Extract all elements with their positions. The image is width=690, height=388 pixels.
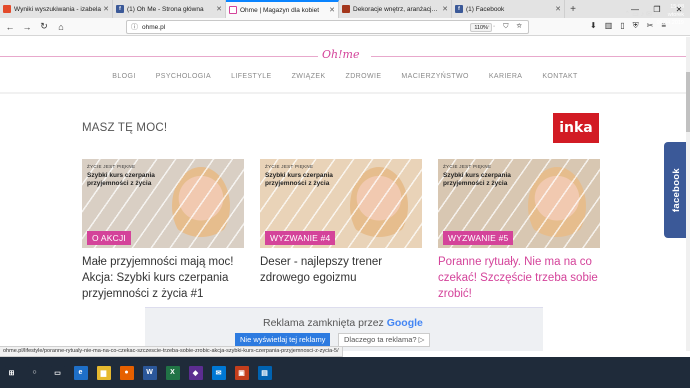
tab-title: Dekoracje wnętrz, aranżacje w (353, 5, 441, 13)
ad-closed-banner: Reklama zamknięta przez Google Nie wyświ… (145, 307, 543, 351)
tab-title: Wyniki wyszukiwania - izabela (14, 5, 101, 13)
browser-tab[interactable]: Ohme | Magazyn dla kobiet ✕ (226, 0, 339, 18)
google-logo: Google (386, 317, 423, 329)
article-card[interactable]: ŻYCIE JEST PIĘKNE Szybki kurs czerpania p… (82, 159, 244, 302)
shield-icon[interactable]: ⛨ (633, 21, 639, 31)
logo-divider (371, 56, 690, 57)
article-title[interactable]: Małe przyjemności mają moc! Akcja: Szybk… (82, 254, 244, 302)
taskbar: ⊞ ○ ▭ e ▆ ● W X ◆ ✉ ▣ ▤ (0, 357, 690, 388)
app3-icon[interactable]: ▤ (257, 365, 272, 380)
word-icon[interactable]: W (142, 365, 157, 380)
facebook-tab[interactable]: facebook (664, 142, 688, 238)
new-tab-button[interactable]: + (565, 0, 581, 18)
menu-item[interactable]: ZDROWIE (346, 73, 382, 80)
clock[interactable]: 15:08 wtorek 09.04.2019 (652, 3, 684, 27)
clock-time: 15:08 (670, 4, 684, 10)
menu-divider (0, 92, 690, 94)
tab-title: (1) Oh Me - Strona główna (127, 5, 204, 13)
section-title: MASZ TĘ MOC! (82, 122, 168, 134)
image-kicker: ŻYCIE JEST PIĘKNE (265, 164, 314, 169)
why-ad-button[interactable]: Dlaczego ta reklama? ▷ (338, 333, 431, 347)
ad-title: Reklama zamknięta przez Google (263, 317, 423, 329)
tab-bar: Wyniki wyszukiwania - izabela ✕ f (1) Oh Me… (0, 0, 690, 18)
image-kicker: ŻYCIE JEST PIĘKNE (87, 164, 136, 169)
facebook-icon: f (116, 5, 124, 13)
browser-tab[interactable]: f (1) Oh Me - Strona główna ✕ (113, 0, 226, 18)
edge-icon[interactable]: e (73, 365, 88, 380)
home-icon[interactable]: ⌂ (54, 20, 68, 34)
tab-close-icon[interactable]: ✕ (442, 5, 448, 13)
article-image[interactable]: ŻYCIE JEST PIĘKNE Szybki kurs czerpania p… (438, 159, 600, 248)
app2-icon[interactable]: ▣ (234, 365, 249, 380)
search-icon (3, 5, 11, 13)
download-icon[interactable]: ⬇ (590, 21, 597, 31)
article-image[interactable]: ŻYCIE JEST PIĘKNE Szybki kurs czerpania p… (82, 159, 244, 248)
page-actions-icon[interactable]: ··· ⛉ ☆ (482, 23, 525, 31)
tab-close-icon[interactable]: ✕ (555, 5, 561, 13)
page-icon (342, 5, 350, 13)
image-headline: Szybki kurs czerpania przyjemności z życ… (87, 172, 155, 187)
article-card[interactable]: ŻYCIE JEST PIĘKNE Szybki kurs czerpania p… (438, 159, 600, 302)
article-title[interactable]: Deser - najlepszy trener zdrowego egoizm… (260, 254, 422, 286)
mail-icon[interactable]: ✉ (211, 365, 226, 380)
info-icon[interactable]: ⓘ (131, 22, 138, 32)
category-badge[interactable]: O AKCJI (87, 231, 131, 245)
article-title[interactable]: Poranne rytuały. Nie ma na co czekać! Sz… (438, 254, 600, 302)
screen: Wyniki wyszukiwania - izabela ✕ f (1) Oh Me… (0, 0, 690, 388)
menu-item[interactable]: LIFESTYLE (231, 73, 272, 80)
reload-icon[interactable]: ↻ (37, 20, 51, 34)
browser-tab[interactable]: f (1) Facebook ✕ (452, 0, 565, 18)
tab-close-icon[interactable]: ✕ (329, 6, 335, 14)
tab-title: Ohme | Magazyn dla kobiet (240, 6, 320, 14)
sidebar-icon[interactable]: ▯ (620, 21, 624, 31)
menu-item[interactable]: BLOGI (112, 73, 135, 80)
ohme-icon (229, 6, 237, 14)
tab-close-icon[interactable]: ✕ (216, 5, 222, 13)
task-view-icon[interactable]: ▭ (50, 365, 65, 380)
article-card[interactable]: ŻYCIE JEST PIĘKNE Szybki kurs czerpania p… (260, 159, 422, 286)
status-bar: ohme.pl/lifestyle/poranne-rytualy-nie-ma… (0, 346, 343, 357)
app-icon[interactable]: ◆ (188, 365, 203, 380)
inka-logo[interactable]: inka (553, 113, 599, 143)
browser-tab[interactable]: Wyniki wyszukiwania - izabela ✕ (0, 0, 113, 18)
search-icon[interactable]: ○ (27, 365, 42, 380)
firefox-icon[interactable]: ● (119, 365, 134, 380)
facebook-tab-label: facebook (670, 167, 682, 213)
forward-icon[interactable]: → (20, 20, 34, 34)
clock-date: 09.04.2019 (656, 20, 684, 26)
image-kicker: ŻYCIE JEST PIĘKNE (443, 164, 492, 169)
address-bar[interactable]: ⓘ ohme.pl 110% ··· ⛉ ☆ (126, 20, 529, 34)
library-icon[interactable]: ▥ (605, 21, 613, 31)
article-image[interactable]: ŻYCIE JEST PIĘKNE Szybki kurs czerpania p… (260, 159, 422, 248)
nav-bar: ← → ↻ ⌂ ⓘ ohme.pl 110% ··· ⛉ ☆ ⬇ ▥ ▯ ⛨ ✂… (0, 18, 690, 36)
menu-item[interactable]: ZWIĄZEK (292, 73, 326, 80)
system-tray[interactable]: ⌃ ▭ ♪ ✉ (624, 10, 652, 18)
clock-day: wtorek (667, 12, 684, 18)
image-headline: Szybki kurs czerpania przyjemności z życ… (443, 172, 511, 187)
stop-ad-button[interactable]: Nie wyświetlaj tej reklamy (235, 333, 331, 347)
web-page: Oh!me BLOGI PSYCHOLOGIA LIFESTYLE ZWIĄZEK ZD… (0, 37, 690, 351)
windows-icon[interactable]: ⊞ (4, 365, 19, 380)
browser-tab[interactable]: Dekoracje wnętrz, aranżacje w ✕ (339, 0, 452, 18)
tab-title: (1) Facebook (466, 5, 505, 13)
menu-item[interactable]: PSYCHOLOGIA (156, 73, 211, 80)
image-headline: Szybki kurs czerpania przyjemności z życ… (265, 172, 333, 187)
url-text: ohme.pl (142, 23, 166, 31)
excel-icon[interactable]: X (165, 365, 180, 380)
main-menu: BLOGI PSYCHOLOGIA LIFESTYLE ZWIĄZEK ZDROWIE M… (0, 73, 690, 80)
ad-title-text: Reklama zamknięta przez (263, 317, 384, 329)
menu-item[interactable]: MACIERZYŃSTWO (401, 73, 468, 80)
explorer-icon[interactable]: ▆ (96, 365, 111, 380)
menu-item[interactable]: KARIERA (489, 73, 523, 80)
site-logo[interactable]: Oh!me (322, 48, 359, 61)
tab-close-icon[interactable]: ✕ (103, 5, 109, 13)
back-icon[interactable]: ← (3, 20, 17, 34)
menu-item[interactable]: KONTAKT (542, 73, 577, 80)
category-badge[interactable]: WYZWANIE #5 (443, 231, 514, 245)
scrollbar-thumb[interactable] (686, 72, 690, 132)
facebook-icon: f (455, 5, 463, 13)
logo-divider (0, 56, 318, 57)
scrollbar[interactable] (686, 37, 690, 351)
category-badge[interactable]: WYZWANIE #4 (265, 231, 336, 245)
